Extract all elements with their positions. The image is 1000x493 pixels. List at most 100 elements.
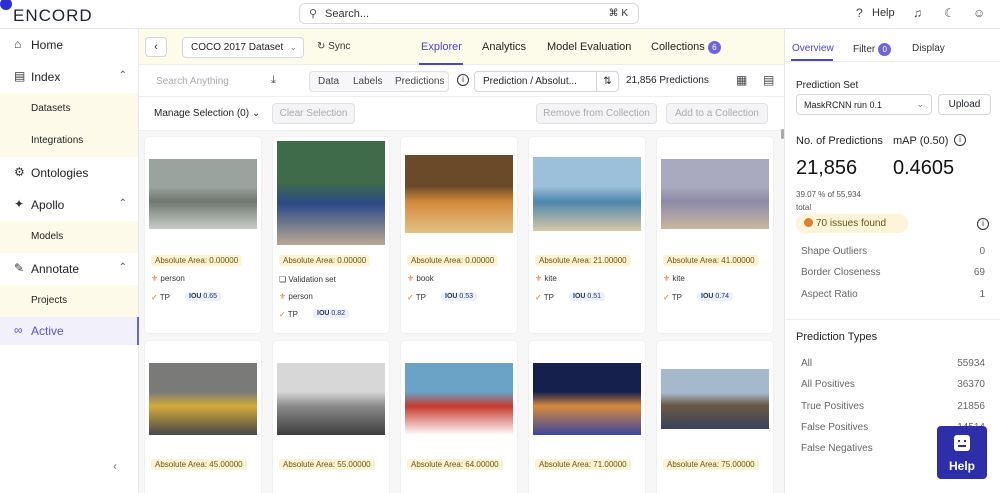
issue-name: Shape Outliers: [801, 246, 868, 257]
help-widget-button[interactable]: Help: [937, 426, 987, 479]
chevron-up-icon[interactable]: ⌃: [119, 262, 127, 273]
tab-filter[interactable]: Filter 0: [853, 43, 892, 56]
bell-icon[interactable]: ♫: [913, 6, 922, 20]
card-thumbnail[interactable]: [533, 363, 641, 435]
issue-row[interactable]: Border Closeness 69: [801, 267, 985, 278]
sidebar-item-projects[interactable]: Projects: [0, 285, 138, 317]
info-icon[interactable]: i: [977, 218, 989, 230]
info-icon[interactable]: i: [457, 74, 469, 86]
issues-badge[interactable]: 70 issues found: [796, 214, 908, 233]
model-select[interactable]: MaskRCNN run 0.1 ⌄: [796, 94, 932, 115]
grid-view-icon[interactable]: ▦: [736, 73, 747, 87]
sidebar-item-integrations[interactable]: Integrations: [0, 125, 138, 157]
add-to-collection-button[interactable]: Add to a Collection: [666, 103, 768, 124]
type-value: 21856: [957, 401, 985, 412]
sidebar-item-ontologies[interactable]: ⚙ Ontologies: [0, 157, 139, 189]
image-card[interactable]: Absolute Area: 45.00000: [145, 341, 261, 493]
sidebar-item-annotate[interactable]: ✎ Annotate ⌃: [0, 253, 139, 285]
image-card[interactable]: Absolute Area: 0.00000 ❏ Validation set …: [273, 137, 389, 333]
image-card[interactable]: Absolute Area: 71.00000: [529, 341, 645, 493]
absolute-area-badge: Absolute Area: 64.00000: [407, 459, 503, 470]
image-card[interactable]: Absolute Area: 55.00000: [273, 341, 389, 493]
absolute-area-badge: Absolute Area: 41.00000: [663, 255, 759, 266]
search-shortcut: ⌘ K: [608, 8, 628, 19]
manage-selection-dropdown[interactable]: Manage Selection (0) ⌄: [154, 108, 260, 119]
type-row[interactable]: True Positives 21856: [801, 401, 985, 412]
type-row[interactable]: All 55934: [801, 358, 985, 369]
segment-data[interactable]: Data: [318, 76, 339, 87]
sidebar-item-label: Ontologies: [31, 166, 89, 180]
sidebar-item-index[interactable]: ▤ Index ⌃: [0, 61, 139, 93]
moon-icon[interactable]: ☾: [944, 6, 955, 20]
sidebar-item-apollo[interactable]: ✦ Apollo ⌃: [0, 189, 139, 221]
segment-predictions[interactable]: Predictions: [395, 76, 444, 87]
label-icon: ⚜: [407, 274, 415, 283]
sidebar-item-datasets[interactable]: Datasets: [0, 93, 138, 125]
image-card[interactable]: Absolute Area: 75.00000: [657, 341, 773, 493]
sidebar-item-label: Annotate: [31, 262, 80, 276]
type-name: False Positives: [801, 422, 869, 433]
tab-display[interactable]: Display: [912, 43, 945, 54]
sidebar-item-models[interactable]: Models: [0, 221, 138, 253]
dataset-select[interactable]: COCO 2017 Dataset ⌄: [182, 37, 304, 58]
remove-from-collection-button[interactable]: Remove from Collection: [536, 103, 657, 124]
user-icon[interactable]: ☺: [973, 6, 985, 20]
sort-icon[interactable]: ⇅: [596, 72, 618, 91]
upload-button[interactable]: Upload: [938, 94, 991, 115]
iou-value: 0.82: [331, 310, 346, 317]
type-row[interactable]: All Positives 36370: [801, 379, 985, 390]
image-card[interactable]: Absolute Area: 0.00000 ⚜ person ✓ TP IOU…: [145, 137, 261, 333]
issue-row[interactable]: Shape Outliers 0: [801, 246, 985, 257]
help-circle-icon: ?: [856, 6, 863, 20]
tab-overview[interactable]: Overview: [792, 43, 834, 54]
issue-value: 1: [979, 289, 985, 300]
search-anything-input[interactable]: Search Anything: [156, 76, 229, 87]
upload-icon[interactable]: ⤓: [271, 74, 276, 87]
image-card[interactable]: Absolute Area: 21.00000 ⚜ kite ✓ TP IOU …: [529, 137, 645, 333]
chart-view-icon[interactable]: ▤: [763, 73, 774, 87]
absolute-area-badge: Absolute Area: 0.00000: [407, 255, 499, 266]
prediction-metric-select[interactable]: Prediction / Absolut... ⇅: [474, 71, 619, 92]
sidebar-item-active[interactable]: ∞ Active: [0, 317, 139, 345]
image-card[interactable]: Absolute Area: 41.00000 ⚜ kite ✓ TP IOU …: [657, 137, 773, 333]
card-thumbnail[interactable]: [405, 363, 513, 435]
tab-analytics[interactable]: Analytics: [482, 41, 526, 53]
segment-labels[interactable]: Labels: [353, 76, 382, 87]
logo[interactable]: ENCORD: [13, 6, 93, 26]
chevron-up-icon[interactable]: ⌃: [119, 198, 127, 209]
check-icon: ✓: [279, 310, 286, 319]
sidebar-item-home[interactable]: ⌂ Home: [0, 29, 139, 61]
filter-count-badge: 0: [878, 43, 892, 56]
help-link[interactable]: Help: [872, 7, 895, 19]
info-icon[interactable]: i: [954, 134, 966, 146]
tab-collections[interactable]: Collections 6: [651, 41, 721, 54]
card-thumbnail[interactable]: [277, 363, 385, 435]
sidebar-item-label: Projects: [31, 295, 68, 306]
issue-row[interactable]: Aspect Ratio 1: [801, 289, 985, 300]
chevron-down-icon: ⌄: [916, 99, 924, 109]
card-thumbnail[interactable]: [149, 159, 257, 229]
absolute-area-badge: Absolute Area: 21.00000: [535, 255, 631, 266]
label-text: person: [160, 274, 185, 283]
card-thumbnail[interactable]: [661, 369, 769, 429]
card-thumbnail[interactable]: [405, 155, 513, 233]
sidebar-item-label: Index: [31, 70, 61, 84]
card-thumbnail[interactable]: [149, 363, 257, 435]
percentage-of-total: 39.07 % of 55,934: [796, 190, 861, 199]
card-thumbnail[interactable]: [533, 157, 641, 231]
image-card[interactable]: Absolute Area: 64.00000: [401, 341, 517, 493]
back-button[interactable]: ‹: [145, 37, 167, 57]
tp-tag: ✓ TP: [151, 293, 170, 302]
tab-model-evaluation[interactable]: Model Evaluation: [547, 41, 631, 53]
chevron-up-icon[interactable]: ⌃: [119, 70, 127, 81]
clear-selection-button[interactable]: Clear Selection: [272, 103, 355, 124]
collapse-sidebar-icon[interactable]: ‹: [113, 459, 117, 473]
issue-name: Aspect Ratio: [801, 289, 858, 300]
card-thumbnail[interactable]: [661, 159, 769, 229]
global-search[interactable]: ⚲ Search... ⌘ K: [299, 3, 639, 24]
card-thumbnail[interactable]: [277, 141, 385, 245]
sync-button[interactable]: ↻ Sync: [317, 41, 350, 52]
tab-explorer[interactable]: Explorer: [421, 41, 462, 53]
iou-label: IOU: [701, 293, 714, 300]
image-card[interactable]: Absolute Area: 0.00000 ⚜ book ✓ TP IOU 0…: [401, 137, 517, 333]
